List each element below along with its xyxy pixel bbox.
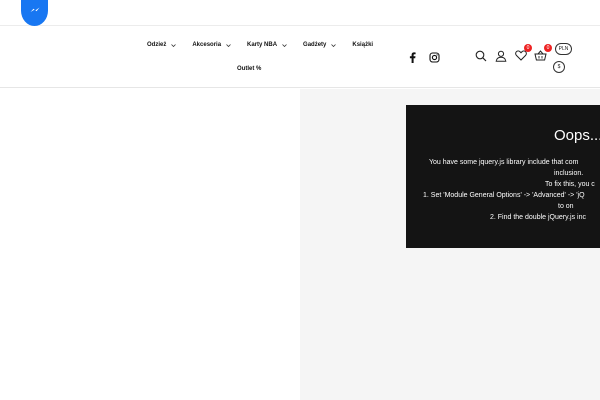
nav-item-label: Książki [352, 42, 374, 48]
nav-item-gadzety[interactable]: Gadżety [303, 42, 337, 48]
currency-label: PLN [558, 46, 569, 52]
nav-item-label: Odzież [147, 42, 167, 48]
messenger-button[interactable] [21, 0, 48, 26]
currency-symbol: $ [557, 64, 561, 70]
nav-item-label: Gadżety [303, 42, 327, 48]
nav-item-akcesoria[interactable]: Akcesoria [192, 42, 231, 48]
wishlist-button[interactable]: 0 [514, 44, 532, 62]
search-icon [475, 50, 486, 61]
chevron-down-icon [331, 43, 337, 47]
instagram-icon[interactable] [428, 51, 440, 63]
nav-item-label: Outlet % [237, 66, 262, 72]
search-button[interactable] [474, 49, 487, 62]
error-line: 2. Find the double jQuery.js inc [490, 214, 586, 221]
basket-icon [534, 50, 547, 61]
cart-count-badge: 0 [544, 44, 552, 52]
error-line: You have some jquery.js library include … [429, 159, 579, 166]
nav-item-odziez[interactable]: Odzież [147, 42, 177, 48]
main-nav: Odzież Akcesoria Karty NBA Gadżety Książ… [147, 42, 389, 48]
account-button[interactable] [494, 49, 507, 62]
site-header: Odzież Akcesoria Karty NBA Gadżety Książ… [0, 27, 600, 88]
page-content: Oops... You have some jquery.js library … [0, 89, 600, 400]
error-title: Oops... [554, 127, 600, 144]
header-tools: 0 0 [474, 44, 552, 62]
nav-item-label: Akcesoria [192, 42, 222, 48]
nav-item-karty-nba[interactable]: Karty NBA [247, 42, 287, 48]
facebook-icon[interactable] [406, 51, 418, 63]
wishlist-count-badge: 0 [524, 44, 532, 52]
user-icon [495, 50, 506, 62]
chevron-down-icon [171, 43, 177, 47]
page: Odzież Akcesoria Karty NBA Gadżety Książ… [0, 0, 600, 400]
error-box: Oops... You have some jquery.js library … [406, 105, 600, 248]
chevron-down-icon [226, 43, 231, 47]
heart-icon [514, 50, 527, 61]
nav-item-outlet[interactable]: Outlet % [237, 66, 261, 72]
messenger-icon [30, 7, 39, 12]
currency-symbol-button[interactable]: $ [553, 61, 565, 73]
right-panel: Oops... You have some jquery.js library … [300, 89, 600, 400]
nav-item-ksiazki[interactable]: Książki [352, 42, 373, 48]
chevron-down-icon [282, 43, 287, 47]
cart-button[interactable]: 0 [534, 44, 552, 62]
error-line: 1. Set 'Module General Options' -> 'Adva… [423, 192, 585, 199]
nav-item-label: Karty NBA [247, 42, 278, 48]
social-links [406, 51, 440, 63]
error-line: to on [558, 203, 574, 210]
currency-selector[interactable]: PLN [555, 43, 572, 55]
left-panel [0, 89, 300, 400]
error-line: inclusion. [554, 170, 584, 177]
top-strip [0, 0, 600, 26]
error-line: To fix this, you c [545, 181, 595, 188]
